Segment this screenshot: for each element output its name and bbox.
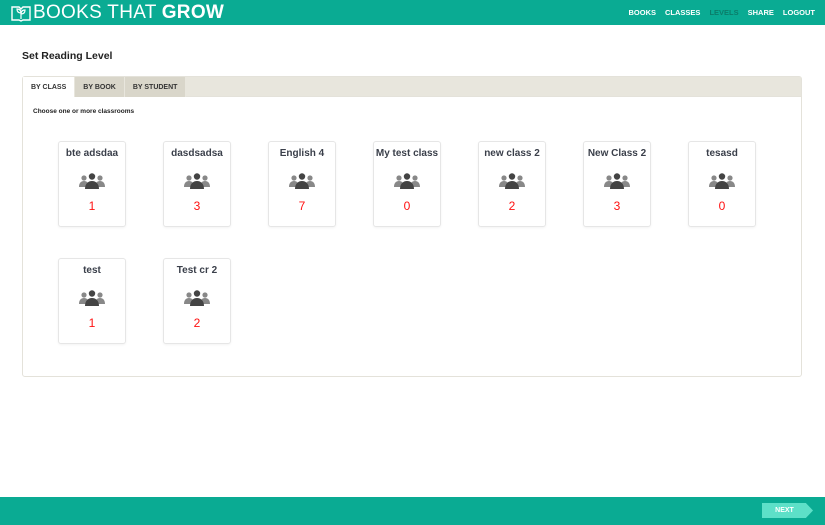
class-name: test — [83, 265, 101, 276]
students-group-icon — [184, 173, 210, 189]
student-count: 2 — [508, 199, 516, 213]
students-group-icon — [604, 173, 630, 189]
class-card[interactable]: New Class 2 3 — [583, 141, 651, 227]
student-count: 7 — [298, 199, 306, 213]
class-card[interactable]: tesasd 0 — [688, 141, 756, 227]
class-card[interactable]: Test cr 2 2 — [163, 258, 231, 344]
students-group-icon — [184, 290, 210, 306]
class-card[interactable]: test 1 — [58, 258, 126, 344]
tab-by-class[interactable]: BY CLASS — [23, 77, 76, 97]
student-count: 3 — [613, 199, 621, 213]
student-count: 3 — [193, 199, 201, 213]
class-card[interactable]: new class 2 2 — [478, 141, 546, 227]
class-name: new class 2 — [484, 148, 540, 159]
students-group-icon — [709, 173, 735, 189]
main-nav: BOOKS CLASSES LEVELS SHARE LOGOUT — [629, 8, 816, 17]
footer-bar: NEXT — [0, 497, 825, 525]
logo[interactable]: BOOKS THAT GROW — [11, 2, 224, 24]
class-name: New Class 2 — [587, 148, 647, 159]
class-name: dasdsadsa — [171, 148, 223, 159]
nav-levels[interactable]: LEVELS — [709, 8, 738, 17]
student-count: 0 — [718, 199, 726, 213]
students-group-icon — [499, 173, 525, 189]
tab-bar: BY CLASS BY BOOK BY STUDENT — [23, 77, 801, 97]
tab-by-student[interactable]: BY STUDENT — [124, 77, 187, 97]
logo-text-bold: GROW — [161, 2, 225, 23]
student-count: 1 — [88, 316, 96, 330]
students-group-icon — [79, 173, 105, 189]
class-card[interactable]: dasdsadsa 3 — [163, 141, 231, 227]
next-button[interactable]: NEXT — [762, 503, 813, 518]
students-group-icon — [394, 173, 420, 189]
nav-share[interactable]: SHARE — [748, 8, 774, 17]
nav-books[interactable]: BOOKS — [629, 8, 657, 17]
instruction-text: Choose one or more classrooms — [33, 108, 135, 115]
class-name: bte adsdaa — [65, 148, 119, 159]
logo-text-light: BOOKS THAT — [33, 2, 157, 23]
class-card[interactable]: My test class 0 — [373, 141, 441, 227]
class-name: English 4 — [279, 148, 325, 159]
tab-by-book[interactable]: BY BOOK — [75, 77, 125, 97]
class-name: My test class — [375, 148, 439, 159]
book-sprout-icon — [11, 6, 31, 22]
reading-level-panel: BY CLASS BY BOOK BY STUDENT Choose one o… — [22, 76, 802, 377]
nav-logout[interactable]: LOGOUT — [783, 8, 815, 17]
class-card[interactable]: bte adsdaa 1 — [58, 141, 126, 227]
class-name: Test cr 2 — [176, 265, 218, 276]
top-header: BOOKS THAT GROW BOOKS CLASSES LEVELS SHAR… — [0, 0, 825, 25]
student-count: 2 — [193, 316, 201, 330]
students-group-icon — [79, 290, 105, 306]
nav-classes[interactable]: CLASSES — [665, 8, 700, 17]
student-count: 0 — [403, 199, 411, 213]
student-count: 1 — [88, 199, 96, 213]
class-name: tesasd — [706, 148, 738, 159]
students-group-icon — [289, 173, 315, 189]
page-title: Set Reading Level — [22, 50, 113, 62]
class-card[interactable]: English 4 7 — [268, 141, 336, 227]
